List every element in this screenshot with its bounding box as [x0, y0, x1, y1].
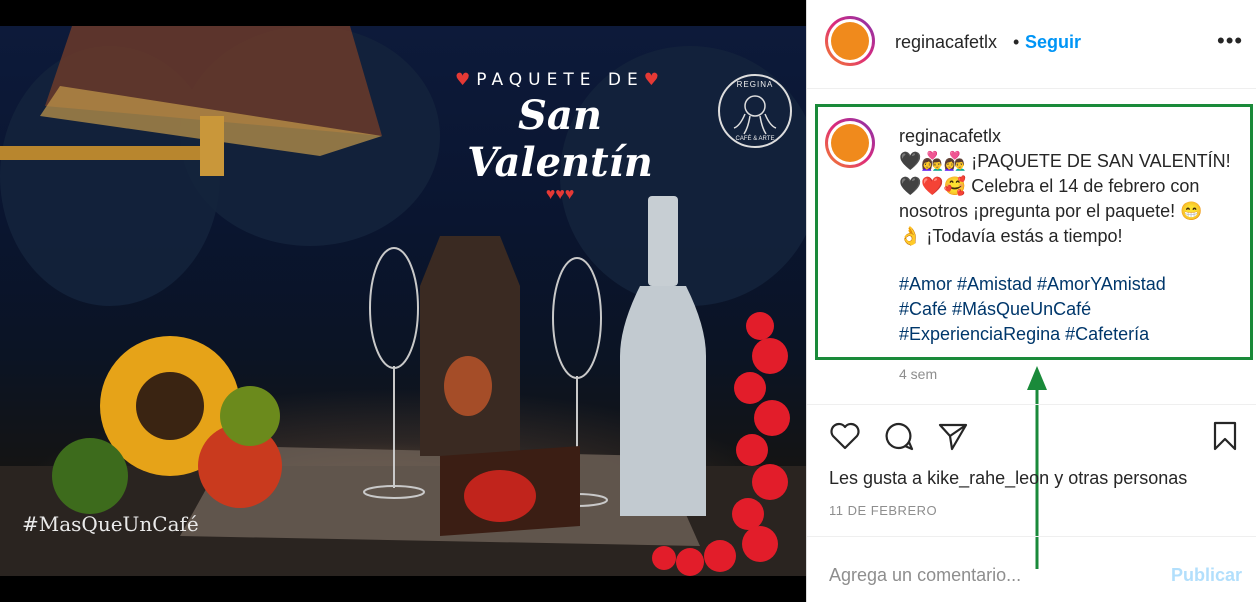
caption-line: 🖤❤️🥰 Celebra el 14 de febrero con [899, 176, 1200, 196]
caption-line: 👌 ¡Todavía estás a tiempo! [899, 226, 1123, 246]
likes-summary: Les gusta a kike_rahe_leon y otras perso… [829, 468, 1187, 489]
caption-avatar[interactable] [825, 118, 875, 168]
post-date[interactable]: 11 DE FEBRERO [829, 503, 937, 518]
post-image[interactable]: ♥PAQUETE DE♥ San Valentín ♥♥♥ REGINA CAF… [0, 0, 806, 602]
header-username[interactable]: reginacafetlx [895, 32, 997, 53]
headline-big: San Valentín [467, 92, 653, 186]
logo-subtext: CAFÉ & ARTE [735, 136, 775, 142]
headline: ♥PAQUETE DE♥ San Valentín ♥♥♥ [420, 70, 700, 204]
post-sidebar: reginacafetlx • Seguir ••• reginacafetlx… [806, 0, 1256, 602]
comment-icon[interactable] [883, 420, 915, 452]
likes-mid: y [1054, 468, 1064, 488]
caption-line: 🖤👩‍❤️‍👨👩‍❤️‍👨 ¡PAQUETE DE SAN VALENTÍN! [899, 151, 1231, 171]
like-heart-icon[interactable] [829, 420, 861, 452]
comment-input[interactable]: Agrega un comentario... [829, 565, 1021, 586]
more-options-icon[interactable]: ••• [1217, 28, 1243, 54]
brand-logo: REGINA CAFÉ & ARTE [718, 74, 792, 148]
watermark-hashtag: #MasQueUnCafé [22, 512, 199, 536]
caption-line: nosotros ¡pregunta por el paquete! 😁 [899, 201, 1203, 221]
bookmark-icon[interactable] [1209, 420, 1241, 452]
hearts-decoration: ♥♥♥ [545, 186, 575, 203]
avatar[interactable] [825, 16, 875, 66]
hashtag-line[interactable]: #Café #MásQueUnCafé [899, 297, 1239, 322]
caption-username[interactable]: reginacafetlx [899, 124, 1239, 149]
comment-divider [807, 536, 1256, 537]
other-likers-link[interactable]: otras personas [1068, 468, 1187, 488]
separator-dot: • [1013, 32, 1020, 52]
headline-small: ♥PAQUETE DE♥ [455, 70, 665, 90]
hashtags: #Amor #Amistad #AmorYAmistad #Café #MásQ… [899, 272, 1239, 347]
hashtag-line[interactable]: #Amor #Amistad #AmorYAmistad [899, 272, 1239, 297]
post-age[interactable]: 4 sem [899, 366, 937, 382]
header-divider [807, 88, 1256, 89]
photo-background: ♥PAQUETE DE♥ San Valentín ♥♥♥ REGINA CAF… [0, 26, 806, 576]
follow-button[interactable]: Seguir [1025, 32, 1081, 53]
liker-username[interactable]: kike_rahe_leon [927, 468, 1049, 488]
hashtag-line[interactable]: #ExperienciaRegina #Cafetería [899, 322, 1239, 347]
likes-prefix: Les gusta a [829, 468, 923, 488]
caption-divider [807, 404, 1256, 405]
caption-text: reginacafetlx 🖤👩‍❤️‍👨👩‍❤️‍👨 ¡PAQUETE DE … [899, 124, 1239, 249]
share-send-icon[interactable] [937, 420, 969, 452]
publish-button[interactable]: Publicar [1171, 565, 1242, 586]
